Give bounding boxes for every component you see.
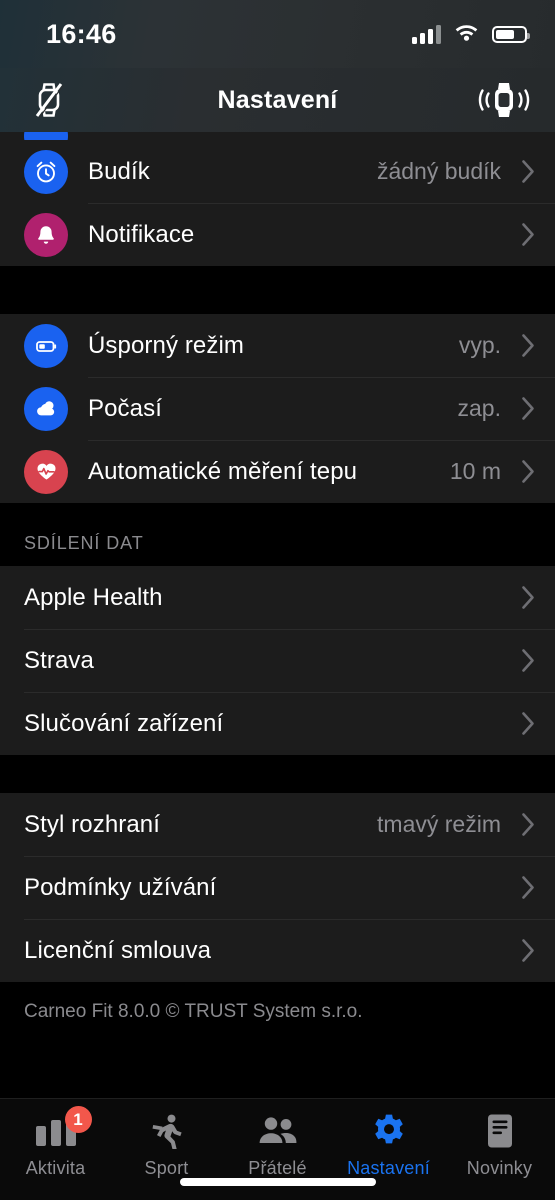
alarm-clock-icon: [24, 149, 68, 194]
status-bar-clock: 16:46: [46, 18, 117, 49]
chevron-right-icon: [515, 159, 541, 184]
heart-rate-icon: [24, 449, 68, 494]
partial-icon: [24, 132, 68, 140]
app-screen: 16:46 Nastavení Budík žádný budík Notifi…: [0, 0, 555, 1200]
running-person-icon: [150, 1111, 184, 1151]
section-gap: [0, 266, 555, 314]
status-bar-indicators: [412, 22, 530, 46]
row-label: Budík: [88, 157, 150, 185]
battery-saver-icon: [24, 323, 68, 368]
settings-group-about: Styl rozhraní tmavý režim Podmínky užívá…: [0, 793, 555, 982]
tab-pratele[interactable]: Přátelé: [222, 1111, 333, 1179]
row-label: Úsporný režim: [88, 331, 244, 359]
row-value: vyp.: [458, 332, 501, 358]
home-indicator[interactable]: [179, 1178, 376, 1186]
settings-group-features: Úsporný režim vyp. Počasí zap. Automatic…: [0, 314, 555, 503]
row-usporny-rezim[interactable]: Úsporný režim vyp.: [0, 314, 555, 377]
tab-label: Přátelé: [248, 1158, 307, 1178]
watch-disconnected-icon[interactable]: [20, 77, 78, 123]
section-gap: [0, 755, 555, 793]
gear-icon: [371, 1111, 407, 1151]
navigation-bar: Nastavení: [0, 68, 555, 132]
row-label: Automatické měření tepu: [88, 457, 358, 485]
row-styl-rozhrani[interactable]: Styl rozhraní tmavý režim: [0, 793, 555, 856]
row-podminky-uzivani[interactable]: Podmínky užívání: [0, 856, 555, 919]
settings-list[interactable]: Budík žádný budík Notifikace Úsporný rež…: [0, 132, 555, 1098]
row-label: Styl rozhraní: [24, 810, 161, 838]
page-title: Nastavení: [217, 85, 338, 114]
chevron-right-icon: [515, 459, 541, 484]
row-label: Počasí: [88, 394, 162, 422]
row-slucovani-zarizeni[interactable]: Slučování zařízení: [0, 692, 555, 755]
row-label: Strava: [24, 646, 94, 674]
row-value: zap.: [457, 395, 501, 421]
chevron-right-icon: [515, 585, 541, 610]
row-divider: [24, 629, 555, 630]
bell-icon: [24, 212, 68, 257]
row-divider: [88, 377, 555, 378]
wifi-icon: [454, 22, 479, 46]
activity-badge: 1: [64, 1106, 92, 1133]
tab-nastaveni[interactable]: Nastavení: [333, 1111, 444, 1179]
chevron-right-icon: [515, 396, 541, 421]
chevron-right-icon: [515, 222, 541, 247]
row-divider: [24, 919, 555, 920]
app-version-footer: Carneo Fit 8.0.0 © TRUST System s.r.o.: [0, 982, 555, 1023]
row-budik[interactable]: Budík žádný budík: [0, 140, 555, 203]
row-notifikace[interactable]: Notifikace: [0, 203, 555, 266]
row-label: Licenční smlouva: [24, 936, 212, 964]
chevron-right-icon: [515, 875, 541, 900]
row-label: Notifikace: [88, 220, 195, 248]
row-label: Slučování zařízení: [24, 709, 224, 737]
news-document-icon: [486, 1111, 514, 1151]
tab-sport[interactable]: Sport: [111, 1111, 222, 1179]
battery-icon: [492, 25, 530, 43]
cellular-signal-icon: [412, 24, 441, 44]
row-licencni-smlouva[interactable]: Licenční smlouva: [0, 919, 555, 982]
activity-bars-icon: 1: [35, 1106, 92, 1151]
settings-group-partial: [0, 132, 555, 140]
chevron-right-icon: [515, 938, 541, 963]
row-divider: [24, 856, 555, 857]
row-value: tmavý režim: [377, 811, 501, 837]
watch-vibration-icon[interactable]: [475, 77, 533, 123]
row-value: žádný budík: [376, 158, 501, 184]
settings-group-data-sharing: Apple Health Strava Slučování zařízení: [0, 566, 555, 755]
tab-aktivita[interactable]: 1 Aktivita: [0, 1106, 111, 1179]
settings-group-device: Budík žádný budík Notifikace: [0, 140, 555, 266]
row-divider: [88, 440, 555, 441]
section-header-data-sharing: SDÍLENÍ DAT: [0, 503, 555, 566]
tab-label: Sport: [144, 1158, 189, 1178]
chevron-right-icon: [515, 333, 541, 358]
row-label: Apple Health: [24, 583, 163, 611]
chevron-right-icon: [515, 711, 541, 736]
tab-label: Aktivita: [25, 1158, 86, 1178]
weather-cloud-icon: [24, 386, 68, 431]
row-strava[interactable]: Strava: [0, 629, 555, 692]
chevron-right-icon: [515, 648, 541, 673]
people-icon: [258, 1111, 298, 1151]
chevron-right-icon: [515, 812, 541, 837]
row-apple-health[interactable]: Apple Health: [0, 566, 555, 629]
tab-label: Nastavení: [347, 1158, 430, 1178]
row-divider: [88, 203, 555, 204]
row-mereni-tepu[interactable]: Automatické měření tepu 10 m: [0, 440, 555, 503]
row-pocasi[interactable]: Počasí zap.: [0, 377, 555, 440]
row-divider: [24, 692, 555, 693]
status-bar: 16:46: [0, 0, 555, 68]
list-item-partial[interactable]: [0, 132, 555, 140]
row-value: 10 m: [449, 458, 501, 484]
tab-novinky[interactable]: Novinky: [444, 1111, 555, 1179]
tab-label: Novinky: [466, 1158, 533, 1178]
row-label: Podmínky užívání: [24, 873, 217, 901]
